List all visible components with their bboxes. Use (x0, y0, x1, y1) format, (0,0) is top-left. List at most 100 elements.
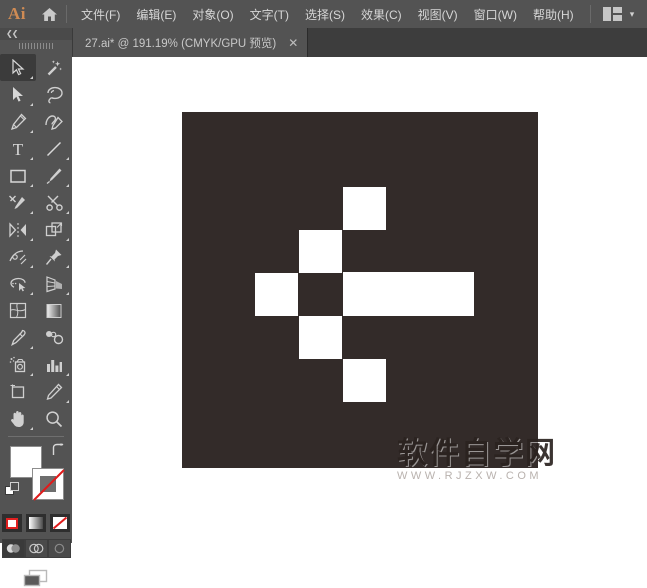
tool-flyout-indicator (30, 76, 33, 79)
none-swatch-icon (53, 517, 67, 529)
menu-type[interactable]: 文字(T) (242, 0, 297, 28)
tool-flyout-indicator (66, 265, 69, 268)
tool-flyout-indicator (66, 292, 69, 295)
shaper-tool[interactable] (0, 189, 36, 216)
rectangle-tool[interactable] (0, 162, 36, 189)
pixel-block-bottom[interactable] (343, 359, 386, 402)
fill-mode-none[interactable] (50, 514, 70, 532)
menu-view[interactable]: 视图(V) (410, 0, 466, 28)
artboard-tool[interactable] (0, 378, 36, 405)
svg-text:T: T (13, 140, 24, 158)
tool-flyout-indicator (66, 400, 69, 403)
document-tab-title: 27.ai* @ 191.19% (CMYK/GPU 预览) (85, 37, 277, 50)
paintbrush-tool[interactable] (36, 162, 72, 189)
draw-inside-mode[interactable] (47, 539, 71, 558)
pixel-bar-right[interactable] (343, 272, 474, 316)
pixel-block-lower-mid[interactable] (299, 316, 342, 359)
tool-flyout-indicator (66, 238, 69, 241)
magic-wand-tool[interactable] (36, 54, 72, 81)
eyedropper-tool[interactable] (0, 324, 36, 351)
puppet-warp-tool[interactable] (36, 243, 72, 270)
tools-panel: ❮❮ T (0, 28, 73, 587)
tool-flyout-indicator (30, 103, 33, 106)
tool-flyout-indicator (30, 292, 33, 295)
perspective-grid-tool[interactable] (36, 270, 72, 297)
home-icon[interactable] (34, 0, 64, 28)
panel-grip[interactable] (0, 40, 72, 52)
hand-tool[interactable] (0, 405, 36, 432)
pixel-block-upper-mid[interactable] (299, 230, 342, 273)
tool-flyout-indicator (66, 184, 69, 187)
direct-selection-tool[interactable] (0, 81, 36, 108)
fill-stroke-controls (0, 440, 72, 512)
document-tab-bar: 27.ai* @ 191.19% (CMYK/GPU 预览) ✕ (72, 28, 647, 57)
tool-grid: T (0, 52, 72, 432)
fill-mode-gradient[interactable] (26, 514, 46, 532)
draw-behind-mode[interactable] (24, 539, 48, 558)
artboard[interactable] (182, 112, 538, 468)
slice-tool[interactable] (36, 378, 72, 405)
blend-tool[interactable] (36, 324, 72, 351)
type-tool[interactable]: T (0, 135, 36, 162)
tool-flyout-indicator (30, 373, 33, 376)
free-transform-tool[interactable] (36, 216, 72, 243)
watermark-url: WWW.RJZXW.COM (397, 470, 543, 482)
tool-flyout-indicator (30, 211, 33, 214)
workspace-switcher-icon[interactable] (601, 0, 623, 28)
stroke-swatch[interactable] (31, 467, 67, 503)
swap-fill-stroke-icon[interactable] (51, 443, 66, 462)
gradient-tool[interactable] (36, 297, 72, 324)
gradient-swatch-icon (29, 517, 43, 529)
tool-flyout-indicator (66, 211, 69, 214)
symbol-sprayer-tool[interactable] (0, 351, 36, 378)
tool-flyout-indicator (30, 265, 33, 268)
close-icon[interactable]: ✕ (288, 37, 298, 49)
tools-panel-header: ❮❮ (0, 28, 72, 40)
menu-bar: Ai 文件(F) 编辑(E) 对象(O) 文字(T) 选择(S) 效果(C) 视… (0, 0, 647, 28)
shape-builder-tool[interactable] (0, 270, 36, 297)
menu-window[interactable]: 窗口(W) (466, 0, 525, 28)
menu-select[interactable]: 选择(S) (297, 0, 353, 28)
draw-normal-mode[interactable] (1, 539, 25, 558)
tool-flyout-indicator (66, 373, 69, 376)
menu-help[interactable]: 帮助(H) (525, 0, 582, 28)
tool-flyout-indicator (30, 346, 33, 349)
collapse-panel-icon[interactable]: ❮❮ (6, 30, 18, 38)
illustrator-window: Ai 文件(F) 编辑(E) 对象(O) 文字(T) 选择(S) 效果(C) 视… (0, 0, 647, 587)
pen-tool[interactable] (0, 108, 36, 135)
default-fill-stroke-icon[interactable] (5, 482, 20, 502)
workspace-divider (590, 5, 591, 23)
pixel-block-top[interactable] (343, 187, 386, 230)
tool-flyout-indicator (66, 157, 69, 160)
selection-tool[interactable] (0, 54, 36, 81)
width-tool[interactable] (0, 243, 36, 270)
drawing-mode-buttons (0, 539, 72, 558)
menu-effect[interactable]: 效果(C) (353, 0, 410, 28)
menu-edit[interactable]: 编辑(E) (128, 0, 184, 28)
chevron-down-icon[interactable]: ▾ (623, 0, 641, 28)
rotate-tool[interactable] (0, 216, 36, 243)
document-tab[interactable]: 27.ai* @ 191.19% (CMYK/GPU 预览) ✕ (72, 28, 309, 57)
canvas-area[interactable]: 软件自学网 WWW.RJZXW.COM (72, 57, 647, 543)
change-screen-mode-button[interactable] (0, 568, 72, 588)
line-segment-tool[interactable] (36, 135, 72, 162)
mesh-tool[interactable] (0, 297, 36, 324)
zoom-tool[interactable] (36, 405, 72, 432)
tool-flyout-indicator (30, 157, 33, 160)
scissors-tool[interactable] (36, 189, 72, 216)
pixel-block-left[interactable] (255, 273, 298, 316)
menubar-divider (66, 5, 67, 23)
fill-mode-color[interactable] (2, 514, 22, 532)
menu-file[interactable]: 文件(F) (73, 0, 128, 28)
curvature-tool[interactable] (36, 108, 72, 135)
none-slash-icon (31, 467, 67, 503)
workspace-area: ▾ (590, 0, 641, 28)
tool-flyout-indicator (30, 238, 33, 241)
fill-mode-buttons (0, 514, 72, 532)
toolbar-divider (8, 436, 64, 437)
ai-logo-icon: Ai (8, 4, 26, 23)
menu-object[interactable]: 对象(O) (184, 0, 241, 28)
lasso-tool[interactable] (36, 81, 72, 108)
column-graph-tool[interactable] (36, 351, 72, 378)
tool-flyout-indicator (30, 130, 33, 133)
